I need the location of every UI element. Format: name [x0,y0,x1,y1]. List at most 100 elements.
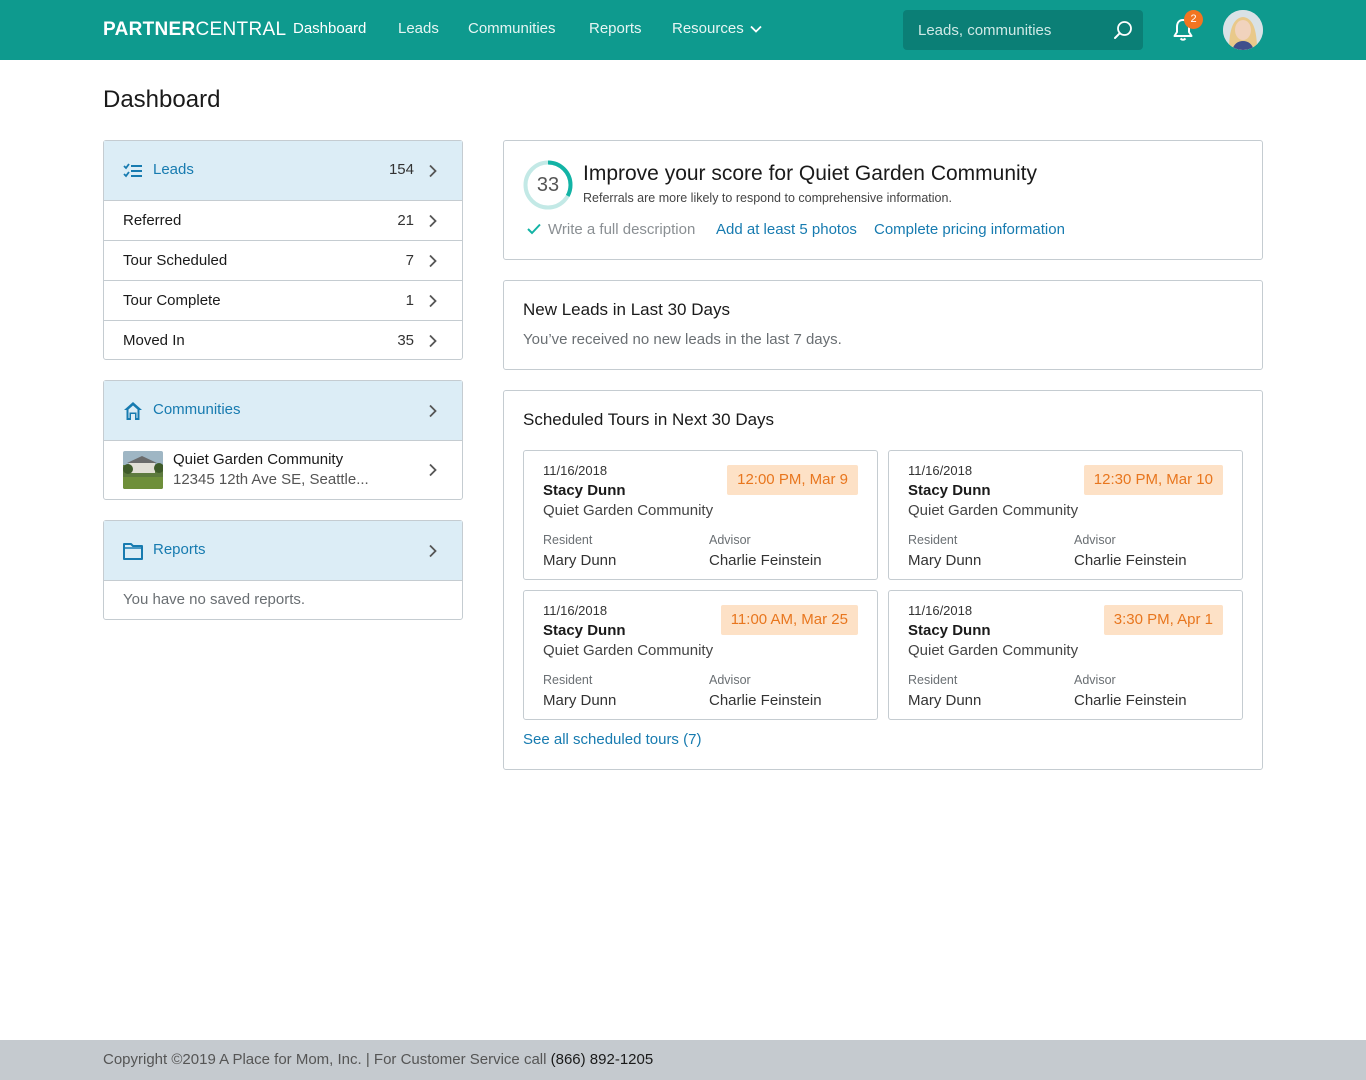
community-address: 12345 12th Ave SE, Seattle... [173,471,369,488]
chevron-down-icon [750,25,762,33]
footer-copyright-text: Copyright ©2019 A Place for Mom, Inc. | … [103,1051,551,1068]
resident-label: Resident [908,673,958,687]
page-title: Dashboard [103,86,221,113]
chevron-right-icon [429,544,437,558]
tour-lead-name: Stacy Dunn [543,482,626,499]
resident-label: Resident [908,533,958,547]
checklist-icon [123,163,142,178]
chevron-right-icon [429,164,437,178]
tour-card[interactable]: 11/16/2018 Stacy Dunn Quiet Garden Commu… [888,450,1243,580]
footer-copyright: Copyright ©2019 A Place for Mom, Inc. | … [103,1051,653,1068]
score-improvement-card: 33 Improve your score for Quiet Garden C… [503,140,1263,260]
tour-community: Quiet Garden Community [908,642,1079,659]
page-footer: Copyright ©2019 A Place for Mom, Inc. | … [0,1040,1366,1080]
tour-lead-name: Stacy Dunn [908,622,991,639]
leads-panel-title: Leads [153,161,194,178]
row-label: Tour Complete [123,292,221,309]
tour-time-badge: 12:00 PM, Mar 9 [727,465,858,495]
advisor-name: Charlie Feinstein [1074,552,1187,569]
chevron-right-icon [429,214,437,228]
advisor-label: Advisor [1074,673,1116,687]
community-thumbnail [123,451,163,489]
community-list-item[interactable]: Quiet Garden Community 12345 12th Ave SE… [104,441,462,499]
tour-date: 11/16/2018 [543,603,608,618]
tour-card[interactable]: 11/16/2018 Stacy Dunn Quiet Garden Commu… [523,590,878,720]
nav-resources-label: Resources [672,20,744,37]
tour-date: 11/16/2018 [908,603,973,618]
resident-label: Resident [543,673,593,687]
advisor-label: Advisor [1074,533,1116,547]
tour-community: Quiet Garden Community [543,502,714,519]
community-name: Quiet Garden Community [173,451,344,468]
tour-time-badge: 3:30 PM, Apr 1 [1103,605,1223,635]
row-label: Referred [123,212,182,229]
resident-label: Resident [543,533,593,547]
search-box [903,10,1143,50]
score-value: 33 [536,174,560,196]
new-leads-message: You’ve received no new leads in the last… [523,331,842,348]
score-card-title: Improve your score for Quiet Garden Comm… [583,162,1038,185]
leads-row-tour-scheduled[interactable]: Tour Scheduled 7 [104,241,462,281]
search-input[interactable] [903,10,1103,50]
new-leads-title: New Leads in Last 30 Days [523,300,730,319]
tour-card[interactable]: 11/16/2018 Stacy Dunn Quiet Garden Commu… [888,590,1243,720]
nav-dashboard[interactable]: Dashboard [293,20,366,37]
nav-resources-dropdown[interactable]: Resources [672,20,762,37]
tour-time-badge: 11:00 AM, Mar 25 [720,605,858,635]
reports-empty-state: You have no saved reports. [104,581,462,619]
chevron-right-icon [429,294,437,308]
resident-name: Mary Dunn [908,552,982,569]
top-navigation-bar: PARTNERCENTRAL Dashboard Leads Communiti… [0,0,1366,60]
folder-icon [123,543,143,560]
row-label: Tour Scheduled [123,252,228,269]
user-avatar[interactable] [1223,10,1263,50]
reports-panel-title: Reports [153,541,206,558]
tour-community: Quiet Garden Community [908,502,1079,519]
see-all-tours-link[interactable]: See all scheduled tours (7) [523,731,701,748]
resident-name: Mary Dunn [543,552,617,569]
leads-row-tour-complete[interactable]: Tour Complete 1 [104,281,462,321]
leads-row-moved-in[interactable]: Moved In 35 [104,321,462,361]
partner-central-logo[interactable]: PARTNERCENTRAL [103,19,286,41]
checkmark-icon [527,223,541,235]
tour-community: Quiet Garden Community [543,642,714,659]
chevron-right-icon [429,463,437,477]
new-leads-card: New Leads in Last 30 Days You’ve receive… [503,280,1263,370]
scheduled-tours-card: Scheduled Tours in Next 30 Days 11/16/20… [503,390,1263,770]
leads-panel: Leads 154 Referred 21 Tour Scheduled 7 T… [103,140,463,360]
reports-empty-message: You have no saved reports. [123,591,306,608]
row-count: 35 [397,332,414,349]
communities-panel: Communities Quiet Garden Community 12345… [103,380,463,500]
chevron-right-icon [429,334,437,348]
tour-date: 11/16/2018 [908,463,973,478]
resident-name: Mary Dunn [543,692,617,709]
leads-panel-header[interactable]: Leads 154 [104,141,462,201]
communities-panel-title: Communities [153,401,241,418]
add-photos-link[interactable]: Add at least 5 photos [716,221,857,238]
tour-lead-name: Stacy Dunn [543,622,626,639]
row-count: 1 [405,292,414,309]
completed-task-description: Write a full description [548,221,696,238]
row-label: Moved In [123,332,185,349]
tour-card[interactable]: 11/16/2018 Stacy Dunn Quiet Garden Commu… [523,450,878,580]
resident-name: Mary Dunn [908,692,982,709]
nav-communities[interactable]: Communities [468,20,556,37]
advisor-name: Charlie Feinstein [709,692,822,709]
scheduled-tours-title: Scheduled Tours in Next 30 Days [523,410,775,429]
communities-panel-header[interactable]: Communities [104,381,462,441]
tour-date: 11/16/2018 [543,463,608,478]
tour-lead-name: Stacy Dunn [908,482,991,499]
advisor-label: Advisor [709,673,751,687]
complete-pricing-link[interactable]: Complete pricing information [874,221,1065,238]
tour-time-badge: 12:30 PM, Mar 10 [1083,465,1223,495]
search-icon[interactable] [1113,20,1133,40]
home-icon [124,402,142,420]
reports-panel: Reports You have no saved reports. [103,520,463,620]
avatar-image [1223,10,1263,50]
advisor-name: Charlie Feinstein [1074,692,1187,709]
reports-panel-header[interactable]: Reports [104,521,462,581]
leads-row-referred[interactable]: Referred 21 [104,201,462,241]
customer-service-phone[interactable]: (866) 892-1205 [551,1051,654,1068]
nav-leads[interactable]: Leads [398,20,439,37]
nav-reports[interactable]: Reports [589,20,642,37]
